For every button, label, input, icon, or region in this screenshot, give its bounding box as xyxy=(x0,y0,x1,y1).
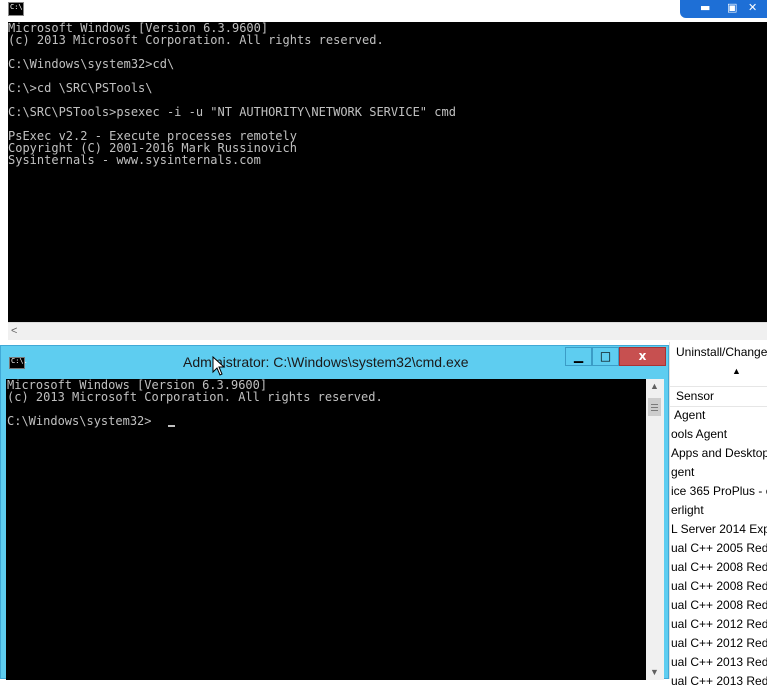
list-item[interactable]: Apps and Desktops xyxy=(671,446,767,460)
list-item[interactable]: ual C++ 2013 Redi xyxy=(671,655,767,669)
minimize-icon: ▁ xyxy=(573,349,584,363)
list-item[interactable]: L Server 2014 Expre xyxy=(671,522,767,536)
background-console-output[interactable]: Microsoft Windows [Version 6.3.9600] (c)… xyxy=(8,22,767,322)
scroll-left-icon[interactable]: < xyxy=(11,325,17,337)
scroll-down-icon[interactable]: ▼ xyxy=(650,667,659,677)
console-line: C:\SRC\PSTools>psexec -i -u "NT AUTHORIT… xyxy=(8,105,456,119)
console-line: (c) 2013 Microsoft Corporation. All righ… xyxy=(7,390,383,404)
background-console-window[interactable]: C:\. ▬ ▣ ✕ Microsoft Windows [Version 6.… xyxy=(0,0,767,342)
list-item[interactable]: erlight xyxy=(671,503,704,517)
sort-ascending-icon: ▲ xyxy=(732,366,741,376)
column-header[interactable]: Sensor xyxy=(670,386,767,407)
maximize-icon: □ xyxy=(599,349,612,363)
scroll-up-icon[interactable]: ▲ xyxy=(650,381,659,391)
maximize-button[interactable]: □ xyxy=(592,347,619,366)
vertical-scrollbar[interactable]: ▲ ▼ xyxy=(646,379,664,680)
list-item[interactable]: ual C++ 2012 Redi xyxy=(671,636,767,650)
programs-list-panel: Uninstall/Change ▲ Sensor Agent ools Age… xyxy=(669,342,767,688)
close-icon[interactable]: ✕ xyxy=(748,1,757,14)
background-console-titlebar[interactable]: C:\. ▬ ▣ ✕ xyxy=(0,0,767,22)
list-item[interactable]: ual C++ 2005 Redi xyxy=(671,541,767,555)
list-item[interactable]: Agent xyxy=(674,408,705,422)
list-item[interactable]: gent xyxy=(671,465,694,479)
console-line: Sysinternals - www.sysinternals.com xyxy=(8,153,261,167)
command-prompt: C:\Windows\system32> xyxy=(7,414,152,428)
background-window-controls[interactable]: ▬ ▣ ✕ xyxy=(680,0,767,18)
close-icon: x xyxy=(638,349,647,363)
cmd-app-icon[interactable]: C:\. xyxy=(9,357,28,369)
restore-icon[interactable]: ▣ xyxy=(727,1,737,14)
list-item[interactable]: ice 365 ProPlus - e xyxy=(671,484,767,498)
minimize-icon[interactable]: ▬ xyxy=(700,1,710,14)
list-item[interactable]: ual C++ 2013 Redi xyxy=(671,674,767,688)
list-item[interactable]: ual C++ 2008 Redi xyxy=(671,579,767,593)
text-cursor xyxy=(168,425,175,427)
scroll-thumb[interactable] xyxy=(648,398,661,416)
console-line: C:\>cd \SRC\PSTools\ xyxy=(8,81,153,95)
minimize-button[interactable]: ▁ xyxy=(565,347,592,366)
list-item[interactable]: ools Agent xyxy=(671,427,727,441)
console-line: (c) 2013 Microsoft Corporation. All righ… xyxy=(8,33,384,47)
list-item[interactable]: ual C++ 2008 Redi xyxy=(671,598,767,612)
cmd-window[interactable]: C:\. Administrator: C:\Windows\system32\… xyxy=(0,345,669,680)
close-button[interactable]: x xyxy=(619,347,666,366)
horizontal-scrollbar[interactable]: < xyxy=(8,322,767,340)
console-line: C:\Windows\system32>cd\ xyxy=(8,57,175,71)
uninstall-change-button[interactable]: Uninstall/Change xyxy=(676,345,767,359)
console-app-icon: C:\. xyxy=(8,2,27,16)
cmd-console-output[interactable]: Microsoft Windows [Version 6.3.9600] (c)… xyxy=(6,379,646,680)
mouse-pointer-icon xyxy=(212,356,226,376)
list-item[interactable]: ual C++ 2008 Redi xyxy=(671,560,767,574)
list-item[interactable]: ual C++ 2012 Redi xyxy=(671,617,767,631)
column-header-label: Sensor xyxy=(676,389,715,403)
